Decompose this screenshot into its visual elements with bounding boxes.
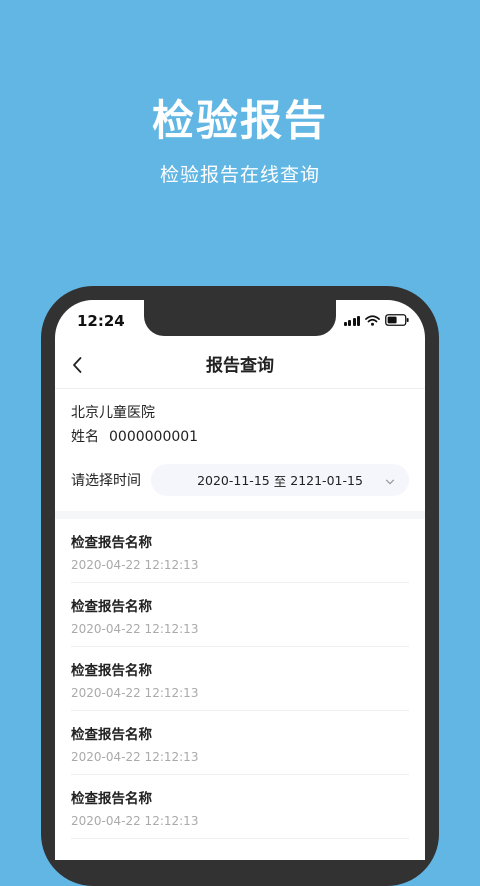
back-arrow-icon[interactable] xyxy=(67,354,89,376)
report-list-item[interactable]: 检查报告名称 2020-04-22 12:12:13 xyxy=(71,519,409,583)
battery-icon xyxy=(385,314,409,326)
chevron-down-icon xyxy=(385,475,395,485)
hospital-name: 北京儿童医院 xyxy=(71,405,155,421)
nav-bar: 报告查询 xyxy=(55,344,425,389)
patient-name-row: 姓名 0000000001 xyxy=(71,426,411,448)
report-list: 检查报告名称 2020-04-22 12:12:13 检查报告名称 2020-0… xyxy=(71,519,409,839)
hero-title: 检验报告 xyxy=(151,96,328,145)
report-name: 检查报告名称 xyxy=(71,535,152,551)
report-time: 2020-04-22 12:12:13 xyxy=(71,750,199,764)
phone-screen: 12:24 报告查询 北京儿童医院 姓名 0000000001 请选择时间 20… xyxy=(55,300,425,860)
hero-subtitle: 检验报告在线查询 xyxy=(159,164,320,186)
signal-icon xyxy=(343,315,360,326)
phone-notch xyxy=(144,300,336,336)
report-list-item[interactable]: 检查报告名称 2020-04-22 12:12:13 xyxy=(71,775,409,839)
patient-info: 北京儿童医院 姓名 0000000001 xyxy=(71,402,411,448)
date-end: 2121-01-15 xyxy=(290,472,363,488)
status-time: 12:24 xyxy=(77,312,125,330)
patient-name-value: 0000000001 xyxy=(109,429,199,445)
report-time: 2020-04-22 12:12:13 xyxy=(71,814,199,828)
report-name: 检查报告名称 xyxy=(71,727,152,743)
status-icons xyxy=(343,314,410,326)
wifi-icon xyxy=(365,314,380,326)
patient-name-label: 姓名 xyxy=(71,429,99,445)
report-list-item[interactable]: 检查报告名称 2020-04-22 12:12:13 xyxy=(71,583,409,647)
date-range-picker[interactable]: 2020-11-15 至 2121-01-15 xyxy=(151,464,409,496)
report-list-item[interactable]: 检查报告名称 2020-04-22 12:12:13 xyxy=(71,711,409,775)
page-title: 报告查询 xyxy=(206,356,274,376)
date-start: 2020-11-15 xyxy=(197,472,270,488)
report-time: 2020-04-22 12:12:13 xyxy=(71,686,199,700)
date-filter-label: 请选择时间 xyxy=(71,473,141,489)
report-time: 2020-04-22 12:12:13 xyxy=(71,558,199,572)
report-list-item[interactable]: 检查报告名称 2020-04-22 12:12:13 xyxy=(71,647,409,711)
date-separator: 至 xyxy=(273,473,287,489)
report-time: 2020-04-22 12:12:13 xyxy=(71,622,199,636)
report-name: 检查报告名称 xyxy=(71,599,152,615)
date-filter-row: 请选择时间 2020-11-15 至 2121-01-15 xyxy=(71,464,409,496)
section-divider xyxy=(55,511,425,519)
report-name: 检查报告名称 xyxy=(71,663,152,679)
report-name: 检查报告名称 xyxy=(71,791,152,807)
